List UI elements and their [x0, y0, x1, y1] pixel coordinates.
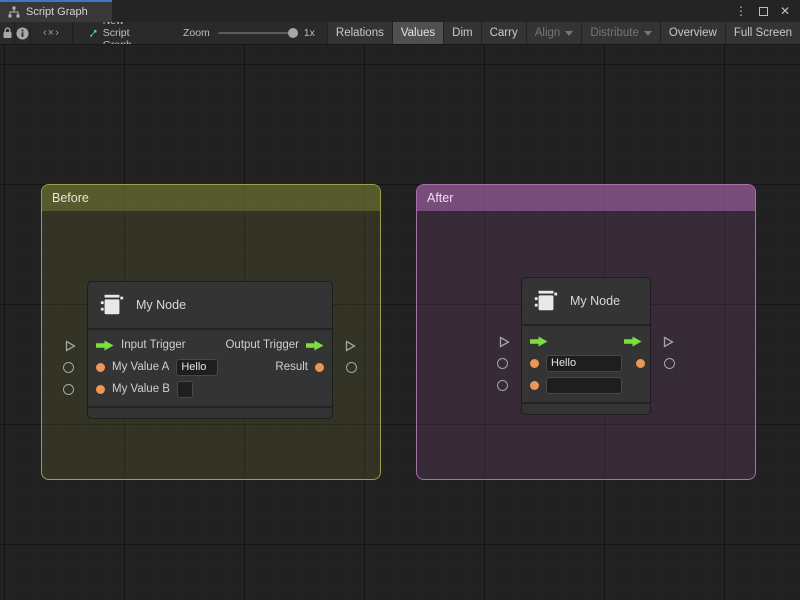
- value-b-row: My Value B: [88, 378, 332, 400]
- outer-trigger-port[interactable]: [661, 335, 675, 349]
- graph-canvas[interactable]: Before After My Node Input Trigger: [0, 45, 800, 600]
- value-b-row: [522, 374, 650, 396]
- node-before-footer: [88, 406, 332, 418]
- node-before[interactable]: My Node Input Trigger Output Trigger My …: [87, 281, 333, 419]
- maximize-icon[interactable]: [754, 2, 772, 20]
- trigger-row: [522, 330, 650, 352]
- triangle-port-icon: [661, 335, 675, 349]
- value-a-row: [522, 352, 650, 374]
- tab-label: Script Graph: [26, 6, 88, 18]
- circle-port-icon: [497, 358, 508, 369]
- overview-button[interactable]: Overview: [660, 22, 725, 44]
- trigger-input-port-icon[interactable]: [96, 340, 114, 351]
- outer-value-port[interactable]: [664, 358, 675, 369]
- value-input-port-icon[interactable]: [96, 385, 105, 394]
- outer-value-port[interactable]: [497, 380, 508, 391]
- outer-value-port[interactable]: [63, 362, 74, 373]
- value-input-port-icon[interactable]: [530, 381, 539, 390]
- node-after-body: [522, 326, 650, 402]
- node-after-header[interactable]: My Node: [522, 278, 650, 326]
- align-button[interactable]: Align: [526, 22, 582, 44]
- chevron-down-icon: [565, 31, 573, 36]
- circle-port-icon: [63, 362, 74, 373]
- circle-port-icon: [63, 384, 74, 395]
- value-a-field[interactable]: [176, 359, 218, 376]
- value-input-port-icon[interactable]: [96, 363, 105, 372]
- node-after[interactable]: My Node: [521, 277, 651, 415]
- relations-button[interactable]: Relations: [327, 22, 392, 44]
- zoom-label: Zoom: [183, 27, 210, 39]
- group-before-header[interactable]: Before: [42, 185, 380, 211]
- distribute-label: Distribute: [590, 27, 639, 39]
- zoom-slider-handle[interactable]: [288, 28, 298, 38]
- trigger-output-port-icon[interactable]: [306, 340, 324, 351]
- zoom-slider[interactable]: [218, 32, 296, 34]
- maximize-box: [759, 7, 768, 16]
- value-a-field[interactable]: [546, 355, 622, 372]
- window-controls: ⋮ ✕: [732, 0, 800, 22]
- node-after-footer: [522, 402, 650, 414]
- value-a-label: My Value A: [112, 361, 169, 373]
- zoom-value: 1x: [304, 27, 315, 39]
- chevron-down-icon: [644, 31, 652, 36]
- info-button[interactable]: [15, 22, 30, 44]
- result-label: Result: [275, 361, 308, 373]
- new-script-graph-button[interactable]: New Script Graph: [89, 22, 161, 44]
- circle-port-icon: [346, 362, 357, 373]
- new-script-graph-label: New Script Graph: [103, 22, 153, 45]
- value-output-port-icon[interactable]: [636, 359, 645, 368]
- graph-asset-icon: [89, 27, 97, 40]
- triangle-port-icon: [343, 339, 357, 353]
- node-before-body: Input Trigger Output Trigger My Value A …: [88, 330, 332, 406]
- circle-port-icon: [664, 358, 675, 369]
- outer-trigger-port[interactable]: [63, 339, 77, 353]
- trigger-input-port-icon[interactable]: [530, 336, 548, 347]
- carry-button[interactable]: Carry: [481, 22, 526, 44]
- toolbar-buttons: Relations Values Dim Carry Align Distrib…: [327, 22, 800, 44]
- value-b-field[interactable]: [177, 381, 193, 398]
- value-b-field[interactable]: [546, 377, 622, 394]
- trigger-output-port-icon[interactable]: [624, 336, 642, 347]
- value-input-port-icon[interactable]: [530, 359, 539, 368]
- lock-button[interactable]: [0, 22, 15, 44]
- zoom-control: Zoom 1x: [183, 22, 315, 44]
- output-trigger-label: Output Trigger: [225, 339, 299, 351]
- align-label: Align: [535, 27, 561, 39]
- value-b-label: My Value B: [112, 383, 170, 395]
- dim-button[interactable]: Dim: [443, 22, 480, 44]
- menu-icon[interactable]: ⋮: [732, 2, 750, 20]
- node-title: My Node: [570, 294, 620, 308]
- full-screen-button[interactable]: Full Screen: [725, 22, 800, 44]
- unit-node-icon: [98, 292, 126, 318]
- value-a-row: My Value A Result: [88, 356, 332, 378]
- outer-value-port[interactable]: [346, 362, 357, 373]
- group-after-header[interactable]: After: [417, 185, 755, 211]
- node-before-header[interactable]: My Node: [88, 282, 332, 330]
- input-trigger-label: Input Trigger: [121, 339, 186, 351]
- trigger-row: Input Trigger Output Trigger: [88, 334, 332, 356]
- close-icon[interactable]: ✕: [776, 2, 794, 20]
- unit-node-icon: [532, 288, 560, 314]
- graph-toolbar: ‹×› New Script Graph Zoom 1x Relations V…: [0, 22, 800, 45]
- values-button[interactable]: Values: [392, 22, 443, 44]
- code-view-button[interactable]: ‹×›: [31, 22, 73, 44]
- triangle-port-icon: [63, 339, 77, 353]
- outer-value-port[interactable]: [63, 384, 74, 395]
- script-graph-icon: [8, 6, 20, 18]
- value-output-port-icon[interactable]: [315, 363, 324, 372]
- tab-bar: Script Graph ⋮ ✕: [0, 0, 800, 22]
- tab-script-graph[interactable]: Script Graph: [0, 0, 112, 22]
- distribute-button[interactable]: Distribute: [581, 22, 660, 44]
- node-title: My Node: [136, 298, 186, 312]
- outer-trigger-port[interactable]: [497, 335, 511, 349]
- triangle-port-icon: [497, 335, 511, 349]
- outer-trigger-port[interactable]: [343, 339, 357, 353]
- circle-port-icon: [497, 380, 508, 391]
- info-icon: [16, 27, 29, 40]
- lock-icon: [2, 27, 13, 39]
- outer-value-port[interactable]: [497, 358, 508, 369]
